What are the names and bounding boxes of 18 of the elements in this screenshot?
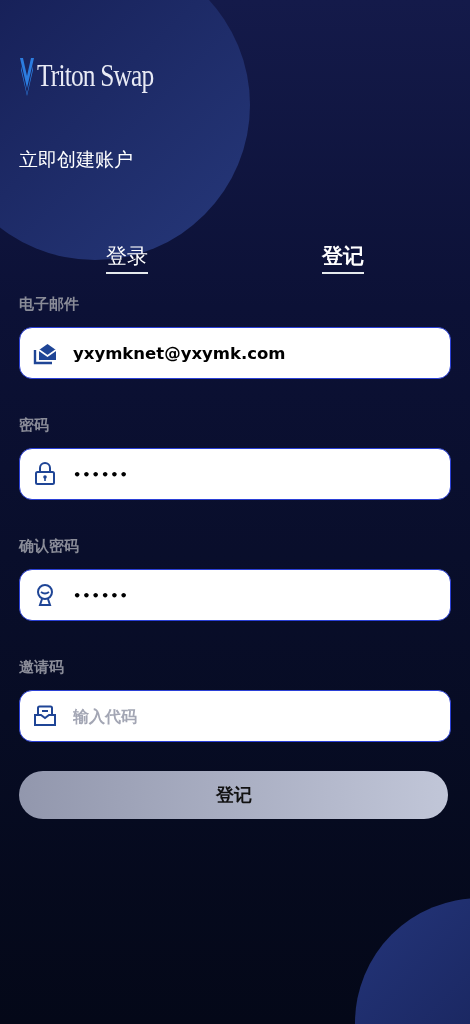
input-field[interactable]: yxymknet@yxymk.com <box>19 327 451 379</box>
logo-text: Triton Swap <box>37 58 154 94</box>
register-button[interactable]: 登记 <box>19 771 448 819</box>
field-label: 邀请码 <box>19 657 65 677</box>
lock-icon <box>34 462 56 486</box>
field-label: 密码 <box>19 415 50 435</box>
input-field[interactable]: 输入代码 <box>19 690 451 742</box>
field-label: 确认密码 <box>19 536 80 556</box>
envelope-icon <box>32 341 58 365</box>
input-field[interactable]: •••••• <box>19 569 451 621</box>
logo-icon <box>19 56 35 96</box>
input-field[interactable]: •••••• <box>19 448 451 500</box>
tab[interactable]: 登录 <box>106 242 148 274</box>
page-heading: 立即创建账户 <box>19 147 134 172</box>
tab[interactable]: 登记 <box>322 242 364 274</box>
inbox-icon <box>33 705 57 727</box>
field-label: 电子邮件 <box>19 294 80 314</box>
shield-person-icon <box>34 583 56 607</box>
